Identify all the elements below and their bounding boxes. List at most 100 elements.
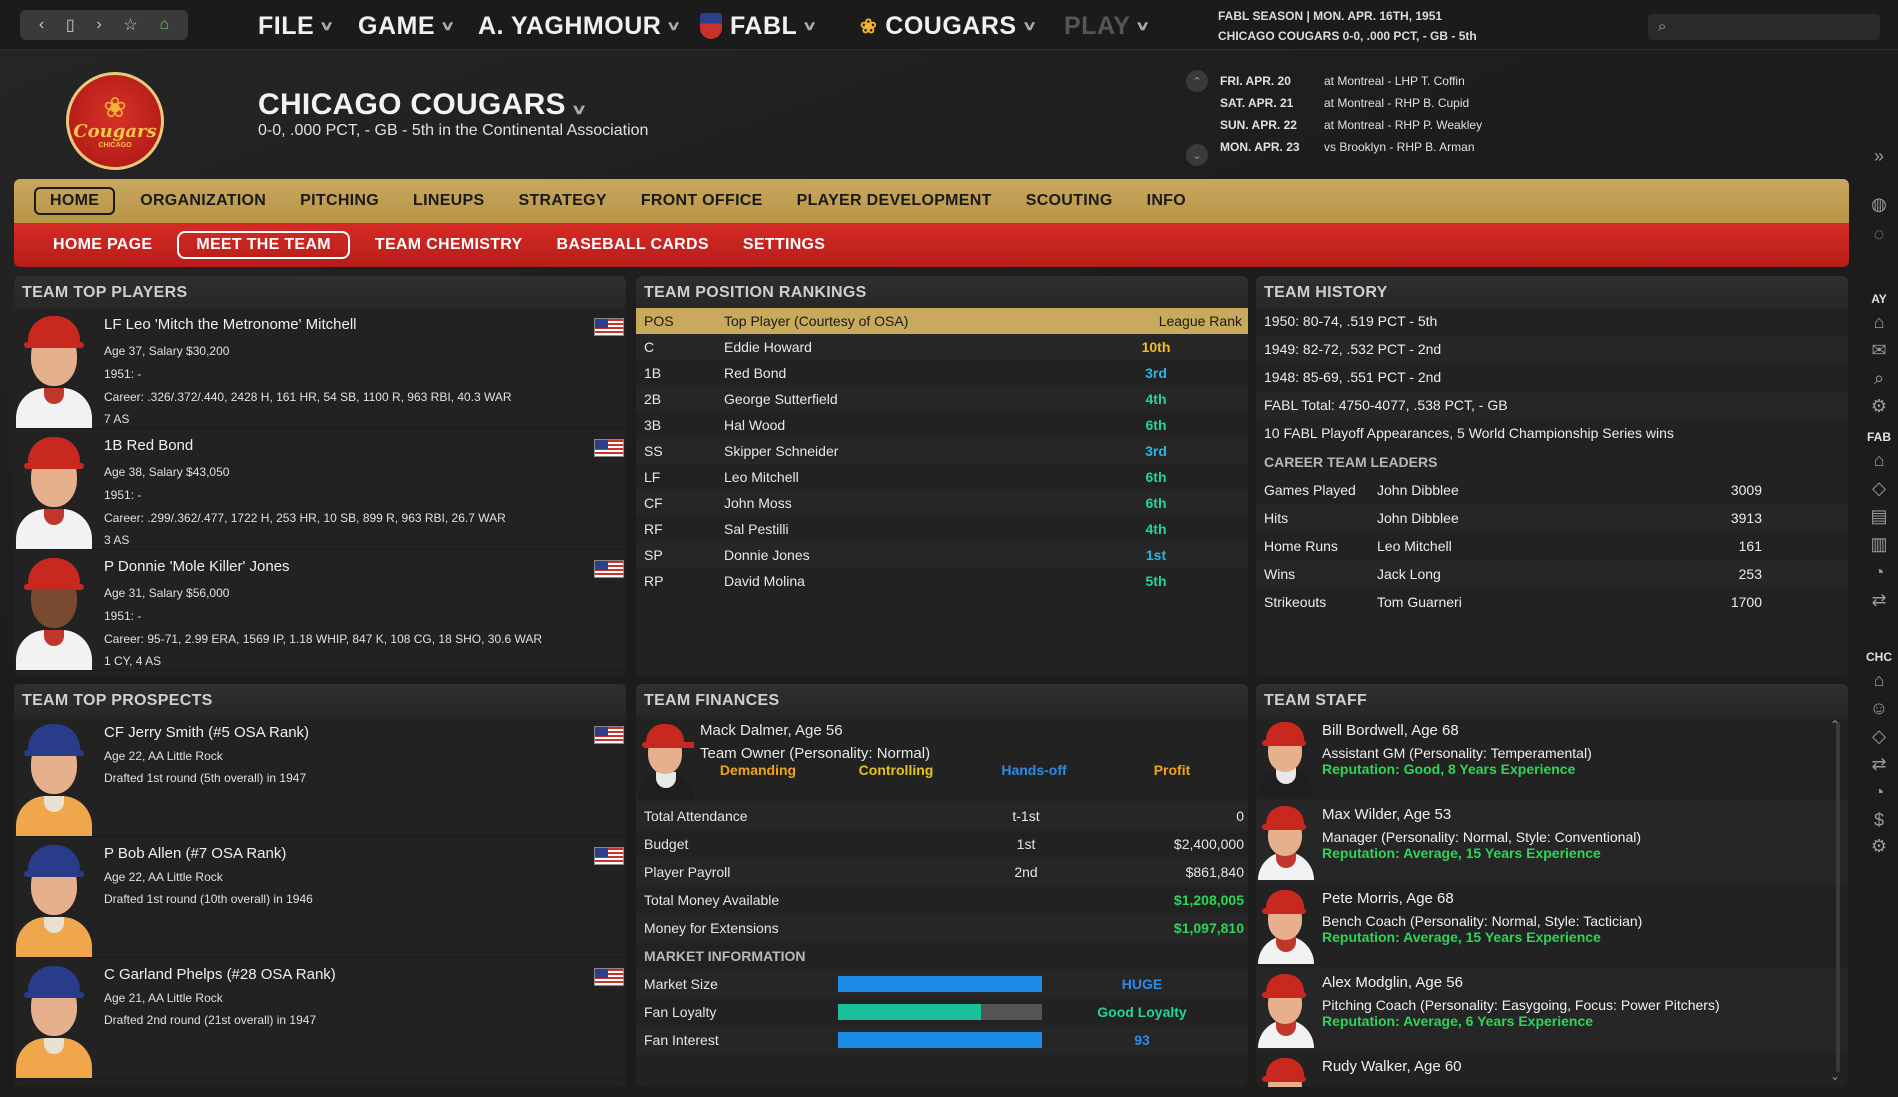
owner-card[interactable]: Mack Dalmer, Age 56 Team Owner (Personal… bbox=[636, 716, 1248, 802]
expand-icon[interactable]: » bbox=[1862, 146, 1896, 167]
leader-name[interactable]: John Dibblee bbox=[1377, 482, 1459, 498]
tab-pitching[interactable]: PITCHING bbox=[283, 188, 396, 214]
leader-name[interactable]: Leo Mitchell bbox=[1377, 538, 1452, 554]
gear-icon[interactable]: ⚙ bbox=[1862, 836, 1896, 857]
table-row[interactable]: C Eddie Howard 10th bbox=[636, 334, 1248, 360]
player-cell[interactable]: John Moss bbox=[724, 495, 792, 511]
star-icon[interactable]: ☆ bbox=[123, 15, 137, 35]
home-icon[interactable]: ⌂ bbox=[1862, 312, 1896, 333]
page-title[interactable]: CHICAGO COUGARS ∨ bbox=[258, 88, 587, 122]
scrollbar[interactable] bbox=[1836, 722, 1840, 1072]
card-icon[interactable]: ▤ bbox=[1862, 506, 1896, 527]
menu-manager[interactable]: A. YAGHMOUR ∨ bbox=[478, 10, 682, 42]
chart-icon[interactable]: ▥ bbox=[1862, 534, 1896, 555]
table-row[interactable]: LF Leo Mitchell 6th bbox=[636, 464, 1248, 490]
player-card[interactable]: 1B Red Bond Age 38, Salary $43,050 1951:… bbox=[14, 429, 626, 550]
scroll-up-icon[interactable]: ⌃ bbox=[1830, 718, 1840, 732]
prospect-card[interactable]: P Bob Allen (#7 OSA Rank) Age 22, AA Lit… bbox=[14, 837, 626, 958]
schedule-game[interactable]: FRI. APR. 20 at Montreal - LHP T. Coffin bbox=[1220, 74, 1465, 88]
menu-file[interactable]: FILE ∨ bbox=[258, 10, 334, 42]
players-icon[interactable]: ☺ bbox=[1862, 698, 1896, 719]
prospect-name[interactable]: C Garland Phelps (#28 OSA Rank) bbox=[104, 966, 336, 983]
schedule-up-icon[interactable]: ⌃ bbox=[1186, 70, 1208, 92]
prospect-card[interactable]: C Garland Phelps (#28 OSA Rank) Age 21, … bbox=[14, 958, 626, 1079]
subtab-settings[interactable]: SETTINGS bbox=[726, 232, 842, 258]
prospect-name[interactable]: CF Jerry Smith (#5 OSA Rank) bbox=[104, 724, 309, 741]
tab-info[interactable]: INFO bbox=[1130, 188, 1203, 214]
staff-name[interactable]: Rudy Walker, Age 60 bbox=[1322, 1058, 1462, 1075]
schedule-game[interactable]: SUN. APR. 22 at Montreal - RHP P. Weakley bbox=[1220, 118, 1482, 132]
player-name[interactable]: P Donnie 'Mole Killer' Jones bbox=[104, 558, 290, 575]
table-row[interactable]: SS Skipper Schneider 3rd bbox=[636, 438, 1248, 464]
table-row[interactable]: CF John Moss 6th bbox=[636, 490, 1248, 516]
mail-icon[interactable]: ✉ bbox=[1862, 340, 1896, 361]
player-cell[interactable]: George Sutterfield bbox=[724, 391, 838, 407]
schedule-game[interactable]: MON. APR. 23 vs Brooklyn - RHP B. Arman bbox=[1220, 140, 1475, 154]
staff-card[interactable]: Max Wilder, Age 53 Manager (Personality: … bbox=[1256, 800, 1848, 884]
player-cell[interactable]: Skipper Schneider bbox=[724, 443, 838, 459]
menu-play[interactable]: PLAY ∨ bbox=[1064, 10, 1151, 42]
player-name[interactable]: 1B Red Bond bbox=[104, 437, 193, 454]
staff-card[interactable]: Rudy Walker, Age 60 bbox=[1256, 1052, 1848, 1087]
schedule-game[interactable]: SAT. APR. 21 at Montreal - RHP B. Cupid bbox=[1220, 96, 1469, 110]
table-row[interactable]: SP Donnie Jones 1st bbox=[636, 542, 1248, 568]
subtab-meet-the-team[interactable]: MEET THE TEAM bbox=[177, 231, 350, 259]
table-row[interactable]: 1B Red Bond 3rd bbox=[636, 360, 1248, 386]
player-card[interactable]: P Donnie 'Mole Killer' Jones Age 31, Sal… bbox=[14, 550, 626, 671]
tab-player-development[interactable]: PLAYER DEVELOPMENT bbox=[780, 188, 1009, 214]
back-icon[interactable]: ‹ bbox=[39, 16, 44, 34]
subtab-home-page[interactable]: HOME PAGE bbox=[36, 232, 169, 258]
leader-row[interactable]: Strikeouts Tom Guarneri 1700 bbox=[1256, 588, 1848, 616]
diamond-icon[interactable]: ◇ bbox=[1862, 478, 1896, 499]
prospect-card[interactable]: CF Jerry Smith (#5 OSA Rank) Age 22, AA … bbox=[14, 716, 626, 837]
leader-name[interactable]: Tom Guarneri bbox=[1377, 594, 1462, 610]
search-input[interactable]: ⌕ bbox=[1648, 14, 1880, 40]
owner-name[interactable]: Mack Dalmer, Age 56 bbox=[700, 722, 843, 739]
schedule-down-icon[interactable]: ⌄ bbox=[1186, 144, 1208, 166]
subtab-baseball-cards[interactable]: BASEBALL CARDS bbox=[540, 232, 726, 258]
dollar-icon[interactable]: $ bbox=[1862, 810, 1896, 831]
subtab-team-chemistry[interactable]: TEAM CHEMISTRY bbox=[358, 232, 540, 258]
leader-row[interactable]: Hits John Dibblee 3913 bbox=[1256, 504, 1848, 532]
tab-organization[interactable]: ORGANIZATION bbox=[123, 188, 283, 214]
tab-strategy[interactable]: STRATEGY bbox=[501, 188, 623, 214]
player-cell[interactable]: Eddie Howard bbox=[724, 339, 812, 355]
staff-card[interactable]: Alex Modglin, Age 56 Pitching Coach (Pers… bbox=[1256, 968, 1848, 1052]
transfer-icon[interactable]: ⇄ bbox=[1862, 590, 1896, 611]
player-name[interactable]: LF Leo 'Mitch the Metronome' Mitchell bbox=[104, 316, 357, 333]
diamond-icon[interactable]: ◇ bbox=[1862, 726, 1896, 747]
leader-row[interactable]: Home Runs Leo Mitchell 161 bbox=[1256, 532, 1848, 560]
transfer-icon[interactable]: ⇄ bbox=[1862, 754, 1896, 775]
staff-name[interactable]: Alex Modglin, Age 56 bbox=[1322, 974, 1463, 991]
home-icon[interactable]: ⌂ bbox=[1862, 670, 1896, 691]
tab-home[interactable]: HOME bbox=[34, 187, 116, 215]
baseball-icon[interactable]: ◔ bbox=[1862, 782, 1896, 803]
tab-front-office[interactable]: FRONT OFFICE bbox=[624, 188, 780, 214]
player-cell[interactable]: Leo Mitchell bbox=[724, 469, 799, 485]
prospect-name[interactable]: P Bob Allen (#7 OSA Rank) bbox=[104, 845, 286, 862]
search-icon[interactable]: ⌕ bbox=[1862, 368, 1896, 389]
tab-lineups[interactable]: LINEUPS bbox=[396, 188, 501, 214]
player-cell[interactable]: Hal Wood bbox=[724, 417, 785, 433]
bulb-icon[interactable]: ◌ bbox=[1862, 224, 1896, 245]
tab-scouting[interactable]: SCOUTING bbox=[1009, 188, 1130, 214]
staff-card[interactable]: Pete Morris, Age 68 Bench Coach (Personal… bbox=[1256, 884, 1848, 968]
leader-name[interactable]: John Dibblee bbox=[1377, 510, 1459, 526]
baseball-icon[interactable]: ◔ bbox=[1862, 562, 1896, 583]
table-row[interactable]: 3B Hal Wood 6th bbox=[636, 412, 1248, 438]
menu-team[interactable]: ❀ COUGARS ∨ bbox=[860, 10, 1037, 42]
leader-row[interactable]: Games Played John Dibblee 3009 bbox=[1256, 476, 1848, 504]
player-cell[interactable]: Sal Pestilli bbox=[724, 521, 789, 537]
player-cell[interactable]: Red Bond bbox=[724, 365, 786, 381]
menu-league[interactable]: FABL ∨ bbox=[700, 10, 818, 42]
player-card[interactable]: LF Leo 'Mitch the Metronome' Mitchell Ag… bbox=[14, 308, 626, 429]
table-row[interactable]: 2B George Sutterfield 4th bbox=[636, 386, 1248, 412]
globe-icon[interactable]: ◍ bbox=[1862, 194, 1896, 215]
gear-icon[interactable]: ⚙ bbox=[1862, 396, 1896, 417]
home-icon[interactable]: ⌂ bbox=[159, 16, 169, 34]
menu-game[interactable]: GAME ∨ bbox=[358, 10, 455, 42]
forward-icon[interactable]: › bbox=[96, 16, 101, 34]
staff-name[interactable]: Pete Morris, Age 68 bbox=[1322, 890, 1454, 907]
staff-name[interactable]: Max Wilder, Age 53 bbox=[1322, 806, 1451, 823]
player-cell[interactable]: David Molina bbox=[724, 573, 805, 589]
